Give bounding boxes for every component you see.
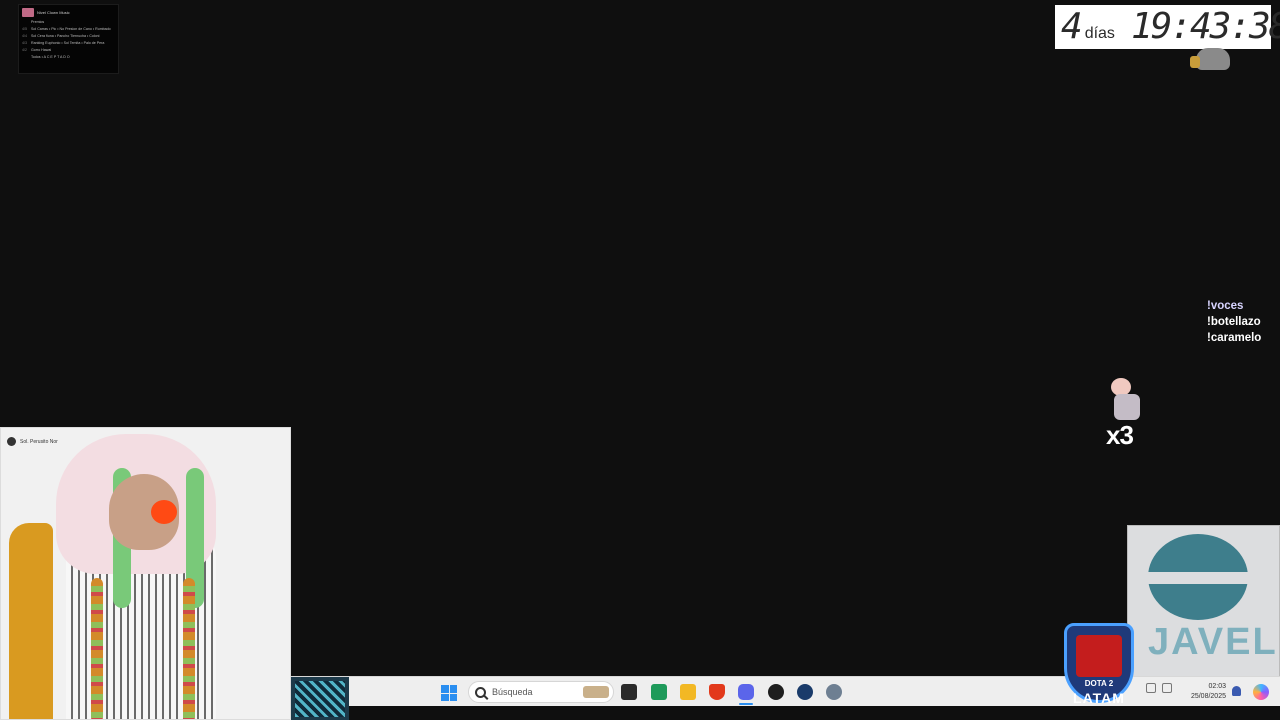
steam-icon[interactable] <box>797 684 813 700</box>
badge-line1: DOTA 2 <box>1084 679 1114 688</box>
chat-line: 4/5 Sol Carras • Pic • No Presion de Cano… <box>22 27 111 31</box>
brave-browser-icon[interactable] <box>709 684 725 700</box>
task-view-icon[interactable] <box>621 684 637 700</box>
chat-overlay: Nivel Clown Music Premios 4/5 Sol Carras … <box>18 4 119 74</box>
chat-commands: !voces !botellazo !caramelo <box>1207 298 1261 346</box>
character-sprite: x3 <box>1106 376 1146 452</box>
partner-logo: JAVEL <box>1127 525 1280 680</box>
chat-line: 4/3 Ranking Euphonio • Sol Temita • Palo … <box>22 41 105 45</box>
obs-icon[interactable] <box>768 684 784 700</box>
partner-emblem <box>1148 534 1248 620</box>
stream-overlay: Nivel Clown Music Premios 4/5 Sol Carras … <box>0 0 1280 720</box>
clock-date: 25/08/2025 <box>1190 693 1226 700</box>
clock-time: 02:03 <box>1208 683 1226 690</box>
badge-line2: LATAM <box>1073 690 1125 706</box>
countdown-timer: 4 días 19:43:38 <box>1055 5 1280 49</box>
countdown-clock: 19:43:38 <box>1130 6 1280 47</box>
webcam-caption: Sol. Perusito Nor <box>7 437 58 446</box>
countdown-days: 4 <box>1061 6 1083 47</box>
chat-line: Todos • A C E P T A D O <box>31 55 70 59</box>
webcam-feed: Sol. Perusito Nor <box>0 427 291 720</box>
partner-logo-text: JAVEL <box>1148 621 1278 663</box>
multiplier-label: x3 <box>1106 420 1134 450</box>
avatar <box>7 437 16 446</box>
taskbar-clock[interactable]: 02:03 25/08/2025 <box>1176 682 1226 702</box>
plush-toy <box>9 523 53 719</box>
chat-line: 4/2 Gorro Hawai <box>22 48 52 52</box>
clown-nose <box>151 500 177 524</box>
countdown-days-label: días <box>1084 25 1115 42</box>
dota2-latam-badge: DOTA 2 LATAM <box>1060 623 1138 720</box>
system-tray[interactable] <box>1146 683 1172 693</box>
dota-logo-icon <box>1076 635 1122 677</box>
stream-thumbnail <box>291 677 349 720</box>
chat-header: Nivel Clown Music <box>22 7 115 18</box>
chat-line: Premios <box>31 20 45 24</box>
taskbar-search[interactable]: Búsqueda <box>468 681 614 703</box>
search-placeholder: Búsqueda <box>492 687 533 697</box>
search-highlight-icon <box>583 686 609 698</box>
braid <box>183 578 195 719</box>
file-explorer-icon[interactable] <box>680 684 696 700</box>
notification-bell-icon[interactable] <box>1232 686 1241 696</box>
command-item: !voces <box>1207 300 1244 312</box>
command-item: !caramelo <box>1207 332 1262 344</box>
windows-start-button[interactable] <box>441 685 457 701</box>
braid <box>91 578 103 719</box>
search-icon <box>475 686 486 698</box>
chat-line: 4/4 Sol Cera fiuna • Pancho Tiernucha • C… <box>22 34 100 38</box>
command-item: !botellazo <box>1207 316 1261 328</box>
volume-icon[interactable] <box>1162 683 1172 693</box>
discord-icon[interactable] <box>738 684 754 700</box>
mascot-sprite <box>1188 46 1238 86</box>
chat-thumbnail <box>22 8 34 17</box>
chat-header-text: Nivel Clown Music <box>37 10 70 15</box>
active-app-indicator <box>739 703 753 705</box>
terminal-icon[interactable] <box>651 684 667 700</box>
copilot-icon[interactable] <box>1253 684 1269 700</box>
network-icon[interactable] <box>1146 683 1156 693</box>
settings-gear-icon[interactable] <box>826 684 842 700</box>
